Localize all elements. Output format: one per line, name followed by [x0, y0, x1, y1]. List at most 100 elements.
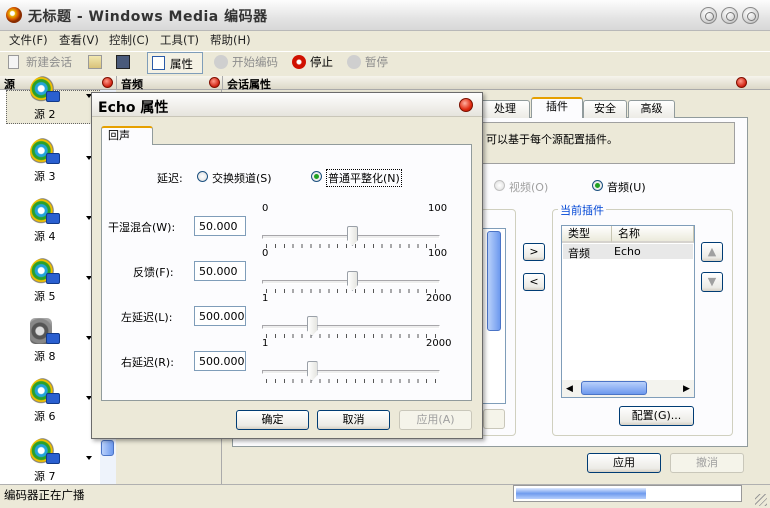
param-value-input[interactable]: 50.000: [194, 261, 246, 281]
properties-label: 属性: [170, 57, 193, 71]
stop-icon: [292, 55, 306, 69]
window-title: 无标题 - Windows Media 编码器: [28, 9, 268, 25]
param-value-input[interactable]: 50.000: [194, 216, 246, 236]
normal-smoothing-label: 普通平整化(N): [326, 169, 402, 187]
column-header-name[interactable]: 名称: [612, 226, 694, 243]
source-badge-icon: [46, 273, 60, 284]
session-apply-button[interactable]: 应用: [587, 453, 661, 473]
stop-label: 停止: [310, 55, 333, 69]
slider-min-label: 1: [262, 293, 269, 304]
move-down-button[interactable]: ▼: [701, 272, 723, 292]
param-value-input[interactable]: 500.000: [194, 351, 246, 371]
plugin-description: 可以基于每个源配置插件。: [479, 122, 735, 164]
menu-view[interactable]: 查看(V): [59, 32, 99, 48]
down-arrow-icon: ▼: [707, 275, 717, 288]
video-radio-label: 视频(O): [509, 181, 549, 194]
tab-plugins[interactable]: 插件: [531, 97, 583, 118]
tab-processing[interactable]: 处理: [480, 100, 530, 118]
slider-max-label: 100: [428, 203, 448, 214]
delay-label: 延迟:: [157, 172, 183, 185]
available-plugins-button[interactable]: [483, 409, 505, 429]
source-badge-icon: [46, 393, 60, 404]
scroll-left-icon[interactable]: ◀: [566, 384, 573, 394]
swap-channels-label: 交换频道(S): [212, 172, 272, 185]
stop-button[interactable]: 停止: [292, 53, 333, 72]
video-radio[interactable]: [494, 180, 505, 191]
source-label: 源 8: [34, 350, 56, 363]
menu-tools[interactable]: 工具(T): [160, 32, 199, 48]
open-icon[interactable]: [88, 55, 102, 69]
pause-label: 暂停: [365, 55, 388, 69]
source-badge-icon: [46, 333, 60, 344]
close-audio-pane-icon[interactable]: [209, 77, 220, 88]
echo-cancel-button[interactable]: 取消: [317, 410, 390, 430]
remove-arrow-icon: <: [529, 275, 539, 288]
source-badge-icon: [46, 213, 60, 224]
properties-icon: [152, 56, 165, 70]
source-badge-icon: [46, 453, 60, 464]
session-cancel-button[interactable]: 撤消: [670, 453, 744, 473]
close-source-pane-icon[interactable]: [102, 77, 113, 88]
echo-ok-button[interactable]: 确定: [236, 410, 309, 430]
source-label: 源 5: [34, 290, 56, 303]
param-slider-ticks: [266, 379, 438, 383]
tab-security[interactable]: 安全: [583, 100, 627, 118]
available-plugins-scroll-thumb[interactable]: [487, 231, 501, 331]
new-session-button[interactable]: 新建会话: [8, 53, 72, 72]
slider-min-label: 0: [262, 248, 269, 259]
menu-file[interactable]: 文件(F): [9, 32, 48, 48]
slider-min-label: 1: [262, 338, 269, 349]
remove-plugin-button[interactable]: <: [523, 273, 545, 291]
slider-max-label: 100: [428, 248, 448, 259]
source-dropdown-icon[interactable]: [86, 456, 92, 460]
column-header-type[interactable]: 类型: [562, 226, 612, 243]
configure-button[interactable]: 配置(G)...: [619, 406, 694, 426]
pause-icon: [347, 55, 361, 69]
param-slider-track[interactable]: [262, 325, 440, 329]
status-text: 编码器正在广播: [4, 488, 85, 502]
menu-control[interactable]: 控制(C): [109, 32, 149, 48]
echo-apply-button[interactable]: 应用(A): [399, 410, 472, 430]
audio-radio[interactable]: [592, 180, 603, 191]
pause-button[interactable]: 暂停: [347, 53, 388, 72]
swap-channels-radio[interactable]: [197, 171, 208, 182]
up-arrow-icon: ▲: [707, 245, 717, 258]
source-label: 源 6: [34, 410, 56, 423]
source-scroll-thumb[interactable]: [101, 440, 114, 456]
session-pane-header: 会话属性: [222, 76, 770, 91]
move-up-button[interactable]: ▲: [701, 242, 723, 262]
normal-smoothing-radio[interactable]: [311, 171, 322, 182]
new-session-label: 新建会话: [26, 55, 72, 69]
echo-close-icon[interactable]: [459, 98, 473, 112]
param-slider-track[interactable]: [262, 370, 440, 374]
audio-radio-label: 音频(U): [607, 181, 646, 194]
plugins-hscroll-thumb[interactable]: [581, 381, 647, 395]
tab-echo[interactable]: 回声: [101, 126, 153, 145]
param-slider-ticks: [266, 334, 438, 338]
table-row[interactable]: 音频 Echo: [563, 244, 693, 260]
resize-grip-icon[interactable]: [755, 494, 767, 506]
menu-help[interactable]: 帮助(H): [210, 32, 251, 48]
tab-advanced[interactable]: 高级: [628, 100, 675, 118]
param-label: 左延迟(L):: [121, 311, 173, 324]
app-logo-icon: [6, 7, 22, 23]
close-session-pane-icon[interactable]: [736, 77, 747, 88]
maximize-button[interactable]: [721, 7, 738, 24]
plugin-description-text: 可以基于每个源配置插件。: [486, 133, 618, 146]
properties-button[interactable]: 属性: [147, 52, 203, 74]
param-label: 反馈(F):: [133, 266, 174, 279]
echo-dialog-title: Echo 属性: [98, 100, 169, 116]
minimize-button[interactable]: [700, 7, 717, 24]
close-button[interactable]: [742, 7, 759, 24]
param-value-input[interactable]: 500.000: [194, 306, 246, 326]
start-encoding-button[interactable]: 开始编码: [214, 53, 278, 72]
param-label: 右延迟(R):: [121, 356, 174, 369]
source-pane-header: 源: [0, 76, 116, 91]
add-plugin-button[interactable]: >: [523, 243, 545, 261]
start-encoding-label: 开始编码: [232, 55, 278, 69]
slider-min-label: 0: [262, 203, 269, 214]
source-label: 源 2: [34, 108, 56, 121]
source-label: 源 7: [34, 470, 56, 483]
scroll-right-icon[interactable]: ▶: [683, 384, 690, 394]
save-icon[interactable]: [116, 55, 130, 69]
